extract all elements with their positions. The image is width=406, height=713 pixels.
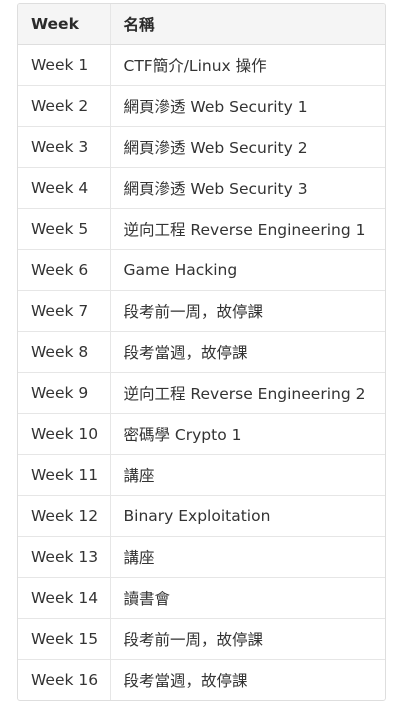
table-row: Week 4 網頁滲透 Web Security 3 — [18, 167, 385, 209]
week-cell: Week 10 — [18, 413, 111, 455]
week-cell: Week 7 — [18, 290, 111, 332]
week-cell: Week 13 — [18, 536, 111, 578]
week-cell: Week 2 — [18, 85, 111, 127]
table-body: Week 1 CTF簡介/Linux 操作 Week 2 網頁滲透 Web Se… — [18, 44, 385, 700]
table-row: Week 15 段考前一周，故停課 — [18, 618, 385, 660]
week-cell: Week 14 — [18, 577, 111, 619]
topic-cell: 網頁滲透 Web Security 3 — [110, 167, 385, 209]
table-row: Week 9 逆向工程 Reverse Engineering 2 — [18, 372, 385, 414]
topic-cell: 讀書會 — [110, 577, 385, 619]
topic-cell: Game Hacking — [110, 249, 385, 291]
week-cell: Week 15 — [18, 618, 111, 660]
week-cell: Week 8 — [18, 331, 111, 373]
table-row: Week 6 Game Hacking — [18, 249, 385, 291]
topic-cell: 講座 — [110, 536, 385, 578]
week-cell: Week 3 — [18, 126, 111, 168]
week-cell: Week 1 — [18, 44, 111, 86]
topic-cell: 網頁滲透 Web Security 2 — [110, 126, 385, 168]
topic-cell: CTF簡介/Linux 操作 — [123, 57, 267, 75]
table-row: Week 11 講座 — [18, 454, 385, 496]
topic-cell: 網頁滲透 Web Security 1 — [110, 85, 385, 127]
topic-cell: 段考前一周，故停課 — [110, 618, 385, 660]
topic-cell: 段考當週，故停課 — [110, 331, 385, 373]
header-row: Week 名稱 — [18, 4, 385, 45]
topic-cell: 密碼學 Crypto 1 — [110, 413, 385, 455]
header-name: 名稱 — [110, 4, 385, 45]
topic-cell: 逆向工程 Reverse Engineering 2 — [110, 372, 385, 414]
table-row: Week 12 Binary Exploitation — [18, 495, 385, 537]
table-row: Week 13 講座 — [18, 536, 385, 578]
topic-cell: 段考前一周，故停課 — [110, 290, 385, 332]
table-row: Week 10 密碼學 Crypto 1 — [18, 413, 385, 455]
table-row: Week 2 網頁滲透 Web Security 1 — [18, 85, 385, 127]
table-row: Week 8 段考當週，故停課 — [18, 331, 385, 373]
schedule-table: Week 名稱 Week 1 CTF簡介/Linux 操作 Week 2 網頁滲… — [18, 4, 385, 700]
topic-cell: 段考當週，故停課 — [110, 659, 385, 700]
week-cell: Week 12 — [18, 495, 111, 537]
week-cell: Week 6 — [18, 249, 111, 291]
table-row: Week 1 CTF簡介/Linux 操作 — [18, 44, 385, 86]
topic-cell: 講座 — [110, 454, 385, 496]
schedule-table-container: Week 名稱 Week 1 CTF簡介/Linux 操作 Week 2 網頁滲… — [17, 3, 386, 701]
topic-cell: 逆向工程 Reverse Engineering 1 — [110, 208, 385, 250]
table-row: Week 5 逆向工程 Reverse Engineering 1 — [18, 208, 385, 250]
week-cell: Week 5 — [18, 208, 111, 250]
header-week: Week — [18, 4, 111, 45]
topic-cell: Binary Exploitation — [110, 495, 385, 537]
table-row: Week 14 讀書會 — [18, 577, 385, 619]
week-cell: Week 11 — [18, 454, 111, 496]
week-cell: Week 9 — [18, 372, 111, 414]
table-header: Week 名稱 — [18, 4, 385, 45]
week-cell: Week 16 — [18, 659, 111, 700]
table-row: Week 3 網頁滲透 Web Security 2 — [18, 126, 385, 168]
table-row: Week 7 段考前一周，故停課 — [18, 290, 385, 332]
week-cell: Week 4 — [18, 167, 111, 209]
table-row: Week 16 段考當週，故停課 — [18, 659, 385, 700]
